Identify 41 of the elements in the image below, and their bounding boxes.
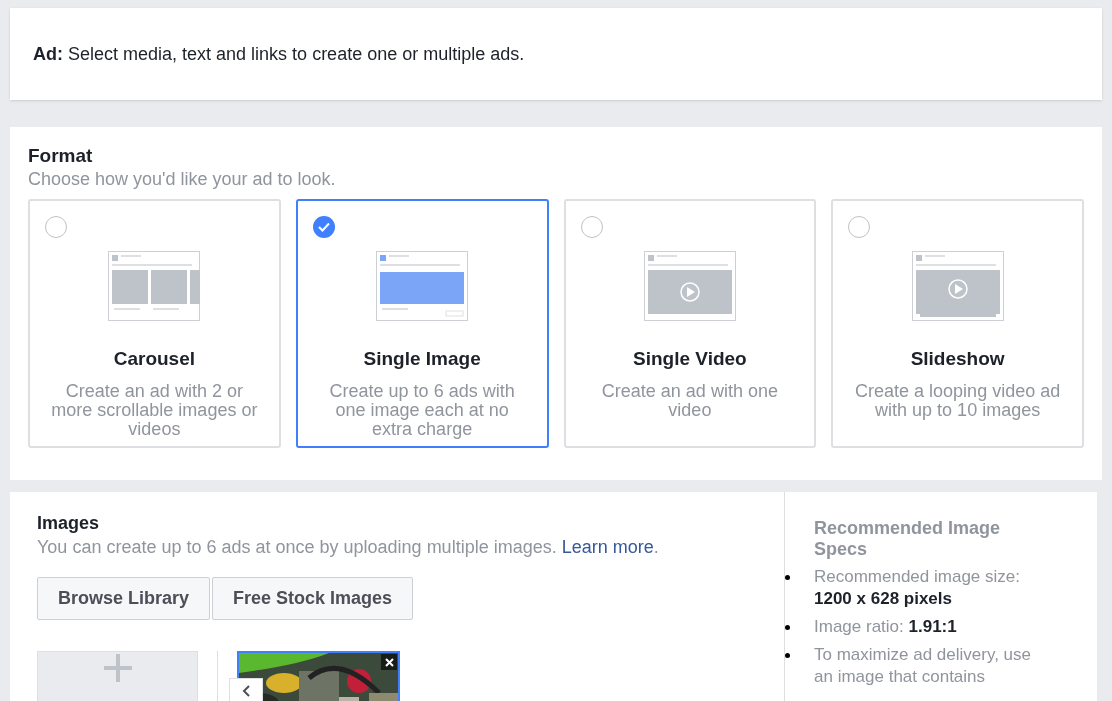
single-image-layout-icon (376, 251, 469, 321)
plus-icon (103, 654, 132, 682)
slideshow-layout-icon (911, 251, 1004, 321)
bullet-icon (785, 653, 790, 658)
format-option[interactable]: Single Video Create an ad with one video (563, 199, 817, 448)
option-title: Single Image (363, 347, 481, 371)
punctuation: . (653, 536, 659, 559)
close-icon[interactable] (381, 654, 397, 670)
ad-description: Ad: Select media, text and links to create one or multiple ads. (33, 42, 525, 66)
radio-button[interactable] (848, 216, 871, 238)
bullet-icon (785, 575, 790, 580)
toolbar-button[interactable]: Browse Library (37, 577, 211, 620)
section-title: Images (37, 512, 101, 534)
section-title: Format (28, 145, 94, 167)
option-description: Create a looping video ad with up to 10 images (854, 381, 1062, 420)
video-layout-icon (643, 251, 736, 321)
spec-item: To maximize ad delivery, use an image that contains (814, 644, 1032, 688)
section-subtitle: Choose how you'd like your ad to look. (28, 168, 337, 191)
toolbar-button[interactable]: Free Stock Images (212, 577, 414, 620)
add-image-tile[interactable] (37, 651, 198, 701)
specs-title: Recommended Image Specs (814, 518, 1002, 560)
option-description: Create up to 6 ads with one image each at no extra charge (328, 381, 516, 439)
format-option[interactable]: Single Image Create up to 6 ads with one image each at no extra charge (295, 199, 549, 448)
format-option[interactable]: Carousel Create an ad with 2 or more scrollable images or videos (28, 199, 281, 448)
option-title: Single Video (633, 347, 747, 371)
option-description: Create an ad with 2 or more scrollable images or videos (50, 381, 259, 439)
learn-more-link[interactable]: Learn more (561, 534, 654, 560)
radio-button[interactable] (45, 216, 67, 238)
option-title: Carousel (113, 347, 196, 371)
spec-item: Recommended image size: 1200 x 628 pixels (814, 566, 1021, 610)
radio-button[interactable] (312, 216, 335, 238)
option-description: Create an ad with one video (600, 381, 779, 420)
radio-button[interactable] (580, 216, 603, 238)
check-icon (317, 222, 330, 232)
chevron-left-icon (242, 685, 250, 697)
bullet-icon (785, 625, 790, 630)
carousel-layout-icon (108, 251, 201, 321)
format-option[interactable]: Slideshow Create a looping video ad with up to 10 images (831, 199, 1084, 448)
option-title: Slideshow (910, 347, 1005, 371)
spec-item: Image ratio: 1.91:1 (814, 616, 958, 638)
section-subtitle: You can create up to 6 ads at once by uploading multiple images. (37, 536, 557, 559)
